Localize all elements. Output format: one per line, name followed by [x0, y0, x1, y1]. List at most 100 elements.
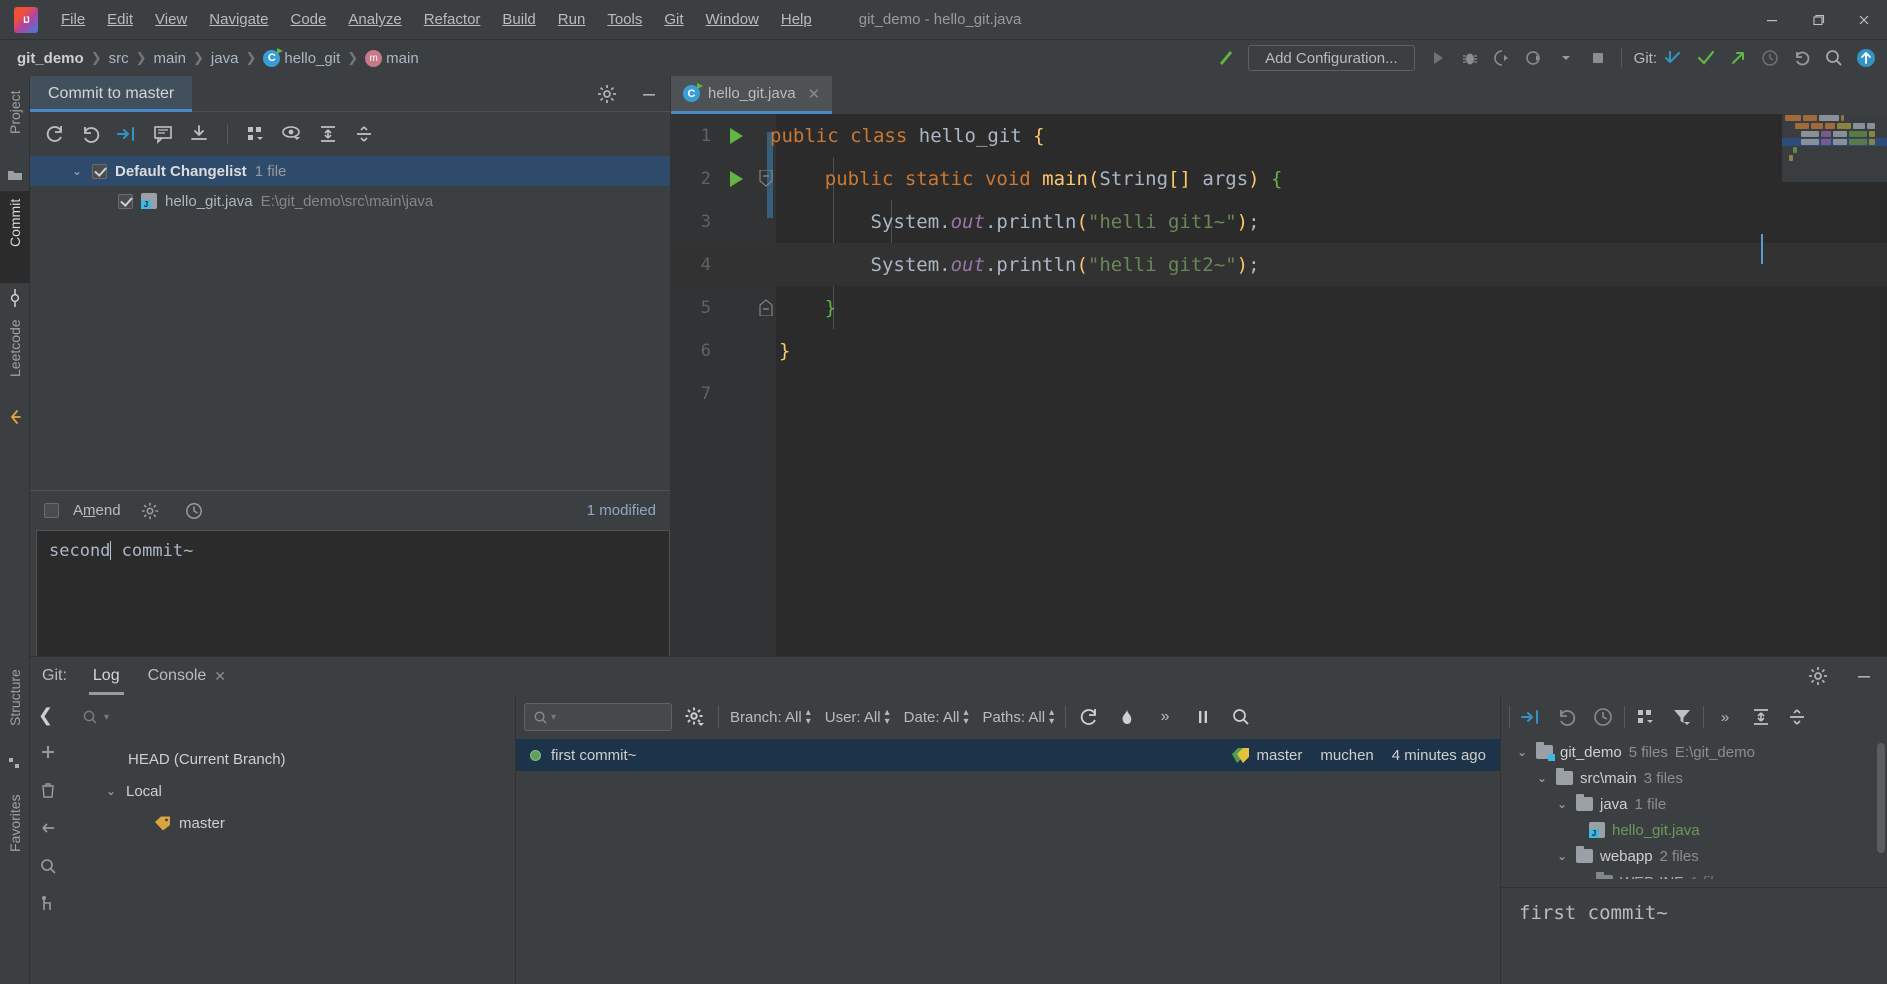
commit-message-history-button[interactable]	[179, 496, 209, 526]
sidebar-item-project[interactable]: Project	[0, 82, 30, 160]
changed-file-row[interactable]: hello_git.java E:\git_demo\src\main\java	[30, 186, 670, 216]
git-rollback-button[interactable]	[1787, 44, 1817, 72]
file-tree-node-git_demo[interactable]: ⌄ git_demo 5 files E:\git_demo	[1501, 739, 1887, 765]
sidebar-item-structure[interactable]: Structure	[0, 661, 30, 749]
debug-button[interactable]	[1455, 44, 1485, 72]
fold-end-icon[interactable]	[753, 299, 779, 316]
tab-close-icon[interactable]: ✕	[808, 85, 821, 103]
profile-dropdown[interactable]	[1551, 44, 1581, 72]
file-checkbox[interactable]	[118, 193, 133, 209]
detail-collapse-all-button[interactable]	[1782, 702, 1812, 732]
tab-commit-to-master[interactable]: Commit to master	[30, 75, 193, 112]
close-button[interactable]	[1841, 0, 1887, 40]
log-cherry-pick-button[interactable]	[1112, 702, 1142, 732]
breadcrumb-main-method[interactable]: m main	[362, 48, 422, 69]
log-more-button[interactable]: »	[1150, 702, 1180, 732]
refresh-changes-button[interactable]	[40, 119, 70, 149]
menu-help[interactable]: Help	[770, 7, 823, 32]
detail-expand-all-button[interactable]	[1746, 702, 1776, 732]
file-tree-node-src-main[interactable]: ⌄ src\main 3 files	[1501, 765, 1887, 791]
chevron-down-icon[interactable]: ⌄	[70, 164, 84, 178]
add-branch-button[interactable]	[39, 743, 57, 761]
editor-tab-hello_git[interactable]: C hello_git.java ✕	[671, 76, 833, 114]
git-update-button[interactable]	[1659, 44, 1689, 72]
branch-search-field[interactable]: ▾	[82, 703, 507, 731]
menu-edit[interactable]: Edit	[96, 7, 144, 32]
menu-tools[interactable]: Tools	[596, 7, 653, 32]
chevron-down-icon[interactable]: ⌄	[1515, 745, 1529, 759]
changelist-row[interactable]: ⌄ Default Changelist 1 file	[30, 156, 670, 186]
chevron-down-icon[interactable]: ⌄	[1555, 849, 1569, 863]
editor-surface[interactable]: 1 public class hello_git { 2 public stat…	[671, 114, 1887, 656]
git-branch-extra-button[interactable]	[39, 895, 57, 913]
editor-code[interactable]: 1 public class hello_git { 2 public stat…	[671, 114, 1887, 656]
log-find-button[interactable]	[1226, 702, 1256, 732]
branch-node-local[interactable]: ⌄ Local	[66, 775, 515, 807]
chevron-down-icon[interactable]: ⌄	[104, 784, 118, 798]
git-push-button[interactable]	[1723, 44, 1753, 72]
detail-group-by-button[interactable]	[1631, 702, 1661, 732]
amend-checkbox[interactable]	[44, 503, 59, 518]
detail-revert-button[interactable]	[1552, 702, 1582, 732]
detail-history-button[interactable]	[1588, 702, 1618, 732]
file-tree-node-java[interactable]: ⌄ java 1 file	[1501, 791, 1887, 817]
shelve-changes-button[interactable]	[184, 119, 214, 149]
run-class-gutter-icon[interactable]	[719, 127, 753, 144]
filter-date[interactable]: Date: All ▴ ▾	[901, 708, 972, 727]
log-refresh-button[interactable]	[1074, 702, 1104, 732]
breadcrumb-hello_git[interactable]: C hello_git	[260, 47, 343, 69]
breadcrumb-src[interactable]: src	[106, 48, 132, 69]
menu-refactor[interactable]: Refactor	[413, 7, 492, 32]
menu-build[interactable]: Build	[491, 7, 546, 32]
expand-all-button[interactable]	[313, 119, 343, 149]
delete-branch-button[interactable]	[39, 781, 57, 799]
changelist-checkbox[interactable]	[92, 163, 107, 179]
branch-node-head[interactable]: HEAD (Current Branch)	[66, 743, 515, 775]
fold-start-icon[interactable]	[753, 170, 779, 187]
checkout-branch-button[interactable]	[39, 819, 57, 837]
commit-settings-button[interactable]	[592, 79, 622, 109]
menu-window[interactable]: Window	[695, 7, 770, 32]
chevron-down-icon[interactable]: ⌄	[1555, 797, 1569, 811]
sidebar-item-commit[interactable]: Commit	[0, 191, 30, 283]
git-commit-button[interactable]	[1691, 44, 1721, 72]
breadcrumb-java[interactable]: java	[208, 48, 242, 69]
detail-show-diff-button[interactable]	[1516, 702, 1546, 732]
git-history-button[interactable]	[1755, 44, 1785, 72]
sidebar-item-leetcode[interactable]: Leetcode	[0, 311, 30, 403]
branch-node-master[interactable]: master	[66, 807, 515, 839]
menu-analyze[interactable]: Analyze	[337, 7, 412, 32]
detail-more-button[interactable]: »	[1710, 702, 1740, 732]
menu-run[interactable]: Run	[547, 7, 597, 32]
menu-code[interactable]: Code	[279, 7, 337, 32]
file-tree-node-webapp[interactable]: ⌄ webapp 2 files	[1501, 843, 1887, 869]
sidebar-item-favorites[interactable]: Favorites	[0, 786, 30, 878]
git-window-settings-button[interactable]	[1803, 661, 1833, 691]
filter-paths[interactable]: Paths: All ▴ ▾	[980, 708, 1058, 727]
breadcrumb-main-dir[interactable]: main	[151, 48, 190, 69]
build-button[interactable]	[1210, 44, 1240, 72]
breadcrumb-git_demo[interactable]: git_demo	[14, 48, 87, 69]
log-settings-button[interactable]	[680, 702, 710, 732]
run-method-gutter-icon[interactable]	[719, 170, 753, 187]
maximize-button[interactable]	[1795, 0, 1841, 40]
commit-options-button[interactable]	[135, 496, 165, 526]
profile-button[interactable]	[1519, 44, 1549, 72]
search-branch-button[interactable]	[39, 857, 57, 875]
tab-log[interactable]: Log	[81, 657, 132, 695]
file-tree-node-hello_git[interactable]: hello_git.java	[1501, 817, 1887, 843]
log-pause-button[interactable]	[1188, 702, 1218, 732]
tab-console-close-icon[interactable]: ✕	[214, 668, 226, 685]
filter-user[interactable]: User: All ▴ ▾	[822, 708, 893, 727]
menu-file[interactable]: File	[50, 7, 96, 32]
collapse-all-button[interactable]	[349, 119, 379, 149]
menu-navigate[interactable]: Navigate	[198, 7, 279, 32]
run-with-coverage-button[interactable]	[1487, 44, 1517, 72]
show-diff-button[interactable]	[112, 119, 142, 149]
search-everywhere-button[interactable]	[1819, 44, 1849, 72]
file-tree-node-web-inf[interactable]: ⌄ WEB-INF 1 file	[1501, 869, 1887, 879]
commit-list-row[interactable]: first commit~ master muchen 4 minutes ag…	[516, 739, 1500, 771]
file-tree-scrollbar[interactable]	[1877, 743, 1885, 853]
detail-filter-button[interactable]	[1667, 702, 1697, 732]
run-button[interactable]	[1423, 44, 1453, 72]
